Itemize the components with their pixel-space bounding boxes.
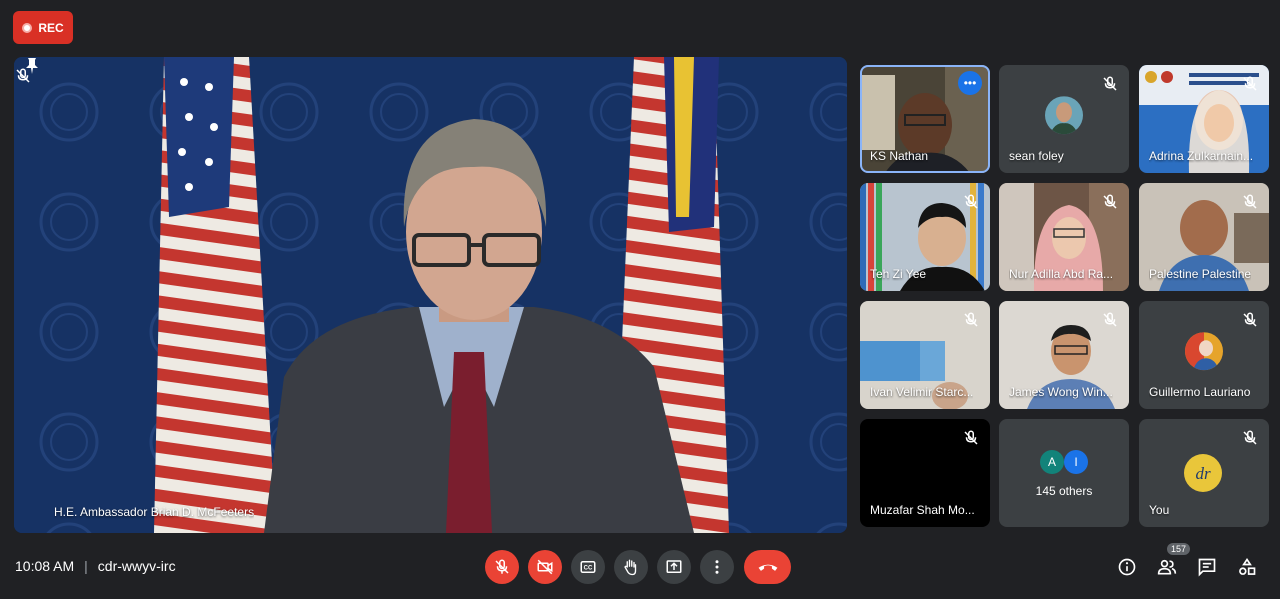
participant-tile[interactable]: Adrina Zulkarnain...: [1139, 65, 1269, 173]
info-icon: [1118, 558, 1136, 576]
others-tile[interactable]: A I 145 others: [999, 419, 1129, 527]
recording-indicator[interactable]: REC: [13, 11, 73, 44]
participant-name: Ivan Velimir Starc...: [870, 385, 974, 399]
participant-name: You: [1149, 503, 1170, 517]
participant-name: James Wong Win...: [1009, 385, 1113, 399]
camera-toggle-button[interactable]: [528, 550, 562, 584]
present-screen-button[interactable]: [657, 550, 691, 584]
mic-off-icon: [1243, 430, 1257, 445]
meeting-details-button[interactable]: [1114, 554, 1140, 580]
hand-icon: [624, 559, 637, 576]
others-count: 145 others: [1035, 484, 1093, 498]
control-bar: 10:08 AM | cdr-wwyv-irc CC: [0, 541, 1280, 599]
presenter-video[interactable]: H.E. Ambassador Brian D. McFeeters: [14, 57, 847, 533]
meeting-info: 10:08 AM | cdr-wwyv-irc: [15, 558, 176, 574]
svg-text:dr: dr: [1195, 464, 1211, 483]
participant-name: sean foley: [1009, 149, 1064, 163]
avatar: [1185, 332, 1223, 371]
presenter-video-image: [14, 57, 847, 533]
participant-tile[interactable]: Palestine Palestine: [1139, 183, 1269, 291]
participant-name: Nur Adilla Abd Ra...: [1009, 267, 1114, 281]
meeting-separator: |: [84, 558, 88, 574]
camera-off-icon: [537, 559, 553, 575]
more-vert-icon: [715, 560, 719, 574]
mic-off-icon: [495, 559, 509, 574]
more-options-icon[interactable]: •••: [958, 71, 982, 95]
leave-call-button[interactable]: [744, 550, 791, 584]
participant-name: Palestine Palestine: [1149, 267, 1252, 281]
record-dot-icon: [22, 22, 33, 33]
participant-tile[interactable]: Guillermo Lauriano: [1139, 301, 1269, 409]
meeting-time: 10:08 AM: [15, 558, 75, 574]
participant-tile[interactable]: Ivan Velimir Starc...: [860, 301, 990, 409]
avatar: [1045, 96, 1083, 135]
participant-name: Guillermo Lauriano: [1149, 385, 1251, 399]
raise-hand-button[interactable]: [614, 550, 648, 584]
participant-tile[interactable]: sean foley: [999, 65, 1129, 173]
present-icon: [666, 560, 682, 573]
presenter-name: H.E. Ambassador Brian D. McFeeters: [54, 505, 255, 519]
people-icon: [1157, 559, 1177, 575]
chat-icon: [1198, 558, 1216, 577]
more-options-button[interactable]: [700, 550, 734, 584]
participant-tile[interactable]: ••• KS Nathan: [860, 65, 990, 173]
mic-off-icon: [1103, 76, 1117, 91]
self-tile[interactable]: dr You: [1139, 419, 1269, 527]
participant-tile[interactable]: James Wong Win...: [999, 301, 1129, 409]
hang-up-icon: [758, 564, 777, 571]
captions-button[interactable]: CC: [571, 550, 605, 584]
activities-icon: [1239, 557, 1256, 575]
others-avatars: A I: [1040, 450, 1088, 474]
people-button[interactable]: [1154, 554, 1180, 580]
participant-tile[interactable]: Nur Adilla Abd Ra...: [999, 183, 1129, 291]
pin-icon[interactable]: [24, 57, 40, 75]
svg-text:CC: CC: [584, 566, 593, 572]
mic-off-icon: [1243, 76, 1257, 91]
participant-tile[interactable]: Teh Zi Yee: [860, 183, 990, 291]
captions-icon: CC: [580, 561, 596, 573]
mic-off-icon: [964, 194, 978, 209]
mic-off-icon: [1103, 194, 1117, 209]
participant-name: Teh Zi Yee: [870, 267, 927, 281]
microphone-toggle-button[interactable]: [485, 550, 519, 584]
chat-button[interactable]: [1194, 554, 1220, 580]
people-count-badge: 157: [1167, 543, 1191, 555]
recording-label: REC: [38, 20, 64, 35]
mic-off-icon: [1103, 312, 1117, 327]
meeting-code[interactable]: cdr-wwyv-irc: [98, 558, 176, 574]
participant-name: Muzafar Shah Mo...: [870, 503, 975, 517]
mic-off-icon: [964, 312, 978, 327]
participant-name: KS Nathan: [870, 149, 929, 163]
mic-off-icon: [1243, 194, 1257, 209]
mic-off-icon: [1243, 312, 1257, 327]
avatar: A: [1040, 450, 1064, 474]
participant-name: Adrina Zulkarnain...: [1149, 149, 1254, 163]
activities-button[interactable]: [1234, 554, 1260, 580]
mic-off-icon: [964, 430, 978, 445]
organization-logo: dr: [1184, 454, 1222, 492]
participant-tile[interactable]: Muzafar Shah Mo...: [860, 419, 990, 527]
avatar: I: [1064, 450, 1088, 474]
